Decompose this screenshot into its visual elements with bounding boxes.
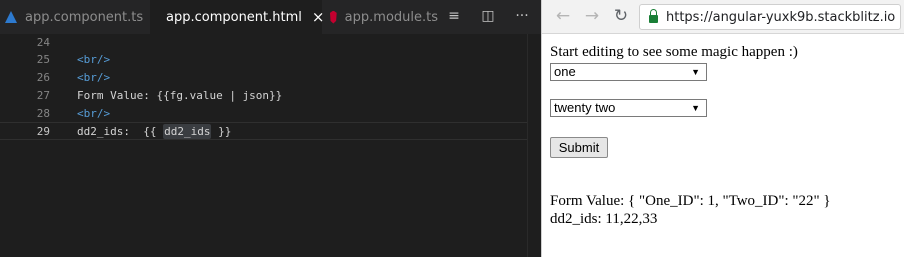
tab-app-component-html[interactable]: app.component.html × xyxy=(150,0,324,34)
dropdown-value: twenty two xyxy=(554,100,616,115)
code-line: 25 <br/> xyxy=(0,51,527,69)
forward-icon[interactable]: → xyxy=(582,6,602,26)
url-text: https://angular-yuxk9b.stackblitz.io xyxy=(666,9,896,25)
code-editor: app.component.ts app.component.html × ap… xyxy=(0,0,541,257)
line-number: 29 xyxy=(36,125,50,138)
tab-label: app.component.html xyxy=(166,9,302,25)
form-value-output: Form Value: { "One_ID": 1, "Two_ID": "22… xyxy=(550,193,831,209)
tab-label: app.component.ts xyxy=(25,9,144,25)
code-text: <br/> xyxy=(77,53,111,66)
tab-label: app.module.ts xyxy=(344,9,438,25)
current-code-line: 29 dd2_ids: {{ dd2_ids }} xyxy=(0,122,527,140)
code-line: 24 xyxy=(0,34,527,52)
code-line: 28 <br/> xyxy=(0,105,527,123)
address-bar[interactable]: https://angular-yuxk9b.stackblitz.io xyxy=(639,4,901,30)
format-icon[interactable]: ≡ xyxy=(445,7,463,25)
dropdown-value: one xyxy=(554,64,576,79)
highlighted-word: dd2_ids xyxy=(163,124,212,139)
editor-scrollbar[interactable] xyxy=(527,34,541,257)
line-number: 24 xyxy=(36,36,50,49)
code-fragment: }} xyxy=(211,125,232,138)
angular-icon xyxy=(330,10,337,24)
code-fragment: dd2_ids: {{ xyxy=(77,125,164,138)
split-editor-icon[interactable]: ◫ xyxy=(479,7,497,25)
reload-icon[interactable]: ↻ xyxy=(611,6,631,26)
browser-toolbar: ← → ↻ https://angular-yuxk9b.stackblitz.… xyxy=(542,0,904,34)
chevron-down-icon: ▼ xyxy=(691,103,700,113)
lock-icon xyxy=(649,9,658,23)
code-line: 26 <br/> xyxy=(0,69,527,87)
code-line: 27 Form Value: {{fg.value | json}} xyxy=(0,87,527,105)
preview-browser: ← → ↻ https://angular-yuxk9b.stackblitz.… xyxy=(541,0,904,257)
line-number: 26 xyxy=(36,71,50,84)
code-area[interactable]: 24 25 <br/> 26 <br/> 27 Form Value: {{fg… xyxy=(0,34,527,257)
more-actions-icon[interactable]: ··· xyxy=(513,7,531,25)
line-number: 28 xyxy=(36,107,50,120)
typescript-icon xyxy=(5,11,17,23)
tab-app-module-ts[interactable]: app.module.ts xyxy=(322,0,438,34)
dd2-ids-output: dd2_ids: 11,22,33 xyxy=(550,211,658,227)
code-text: Form Value: {{fg.value | json}} xyxy=(77,89,283,102)
editor-tab-bar: app.component.ts app.component.html × ap… xyxy=(0,0,541,34)
line-number: 27 xyxy=(36,89,50,102)
page-heading: Start editing to see some magic happen :… xyxy=(550,44,798,60)
code-text: <br/> xyxy=(77,71,111,84)
code-text: dd2_ids: {{ dd2_ids }} xyxy=(77,123,231,141)
dropdown-one[interactable]: one ▼ xyxy=(550,63,707,81)
chevron-down-icon: ▼ xyxy=(691,67,700,77)
submit-button[interactable]: Submit xyxy=(550,137,608,158)
tab-app-component-ts[interactable]: app.component.ts xyxy=(0,0,148,34)
code-text: <br/> xyxy=(77,107,111,120)
dropdown-two[interactable]: twenty two ▼ xyxy=(550,99,707,117)
line-number: 25 xyxy=(36,53,50,66)
back-icon[interactable]: ← xyxy=(553,6,573,26)
